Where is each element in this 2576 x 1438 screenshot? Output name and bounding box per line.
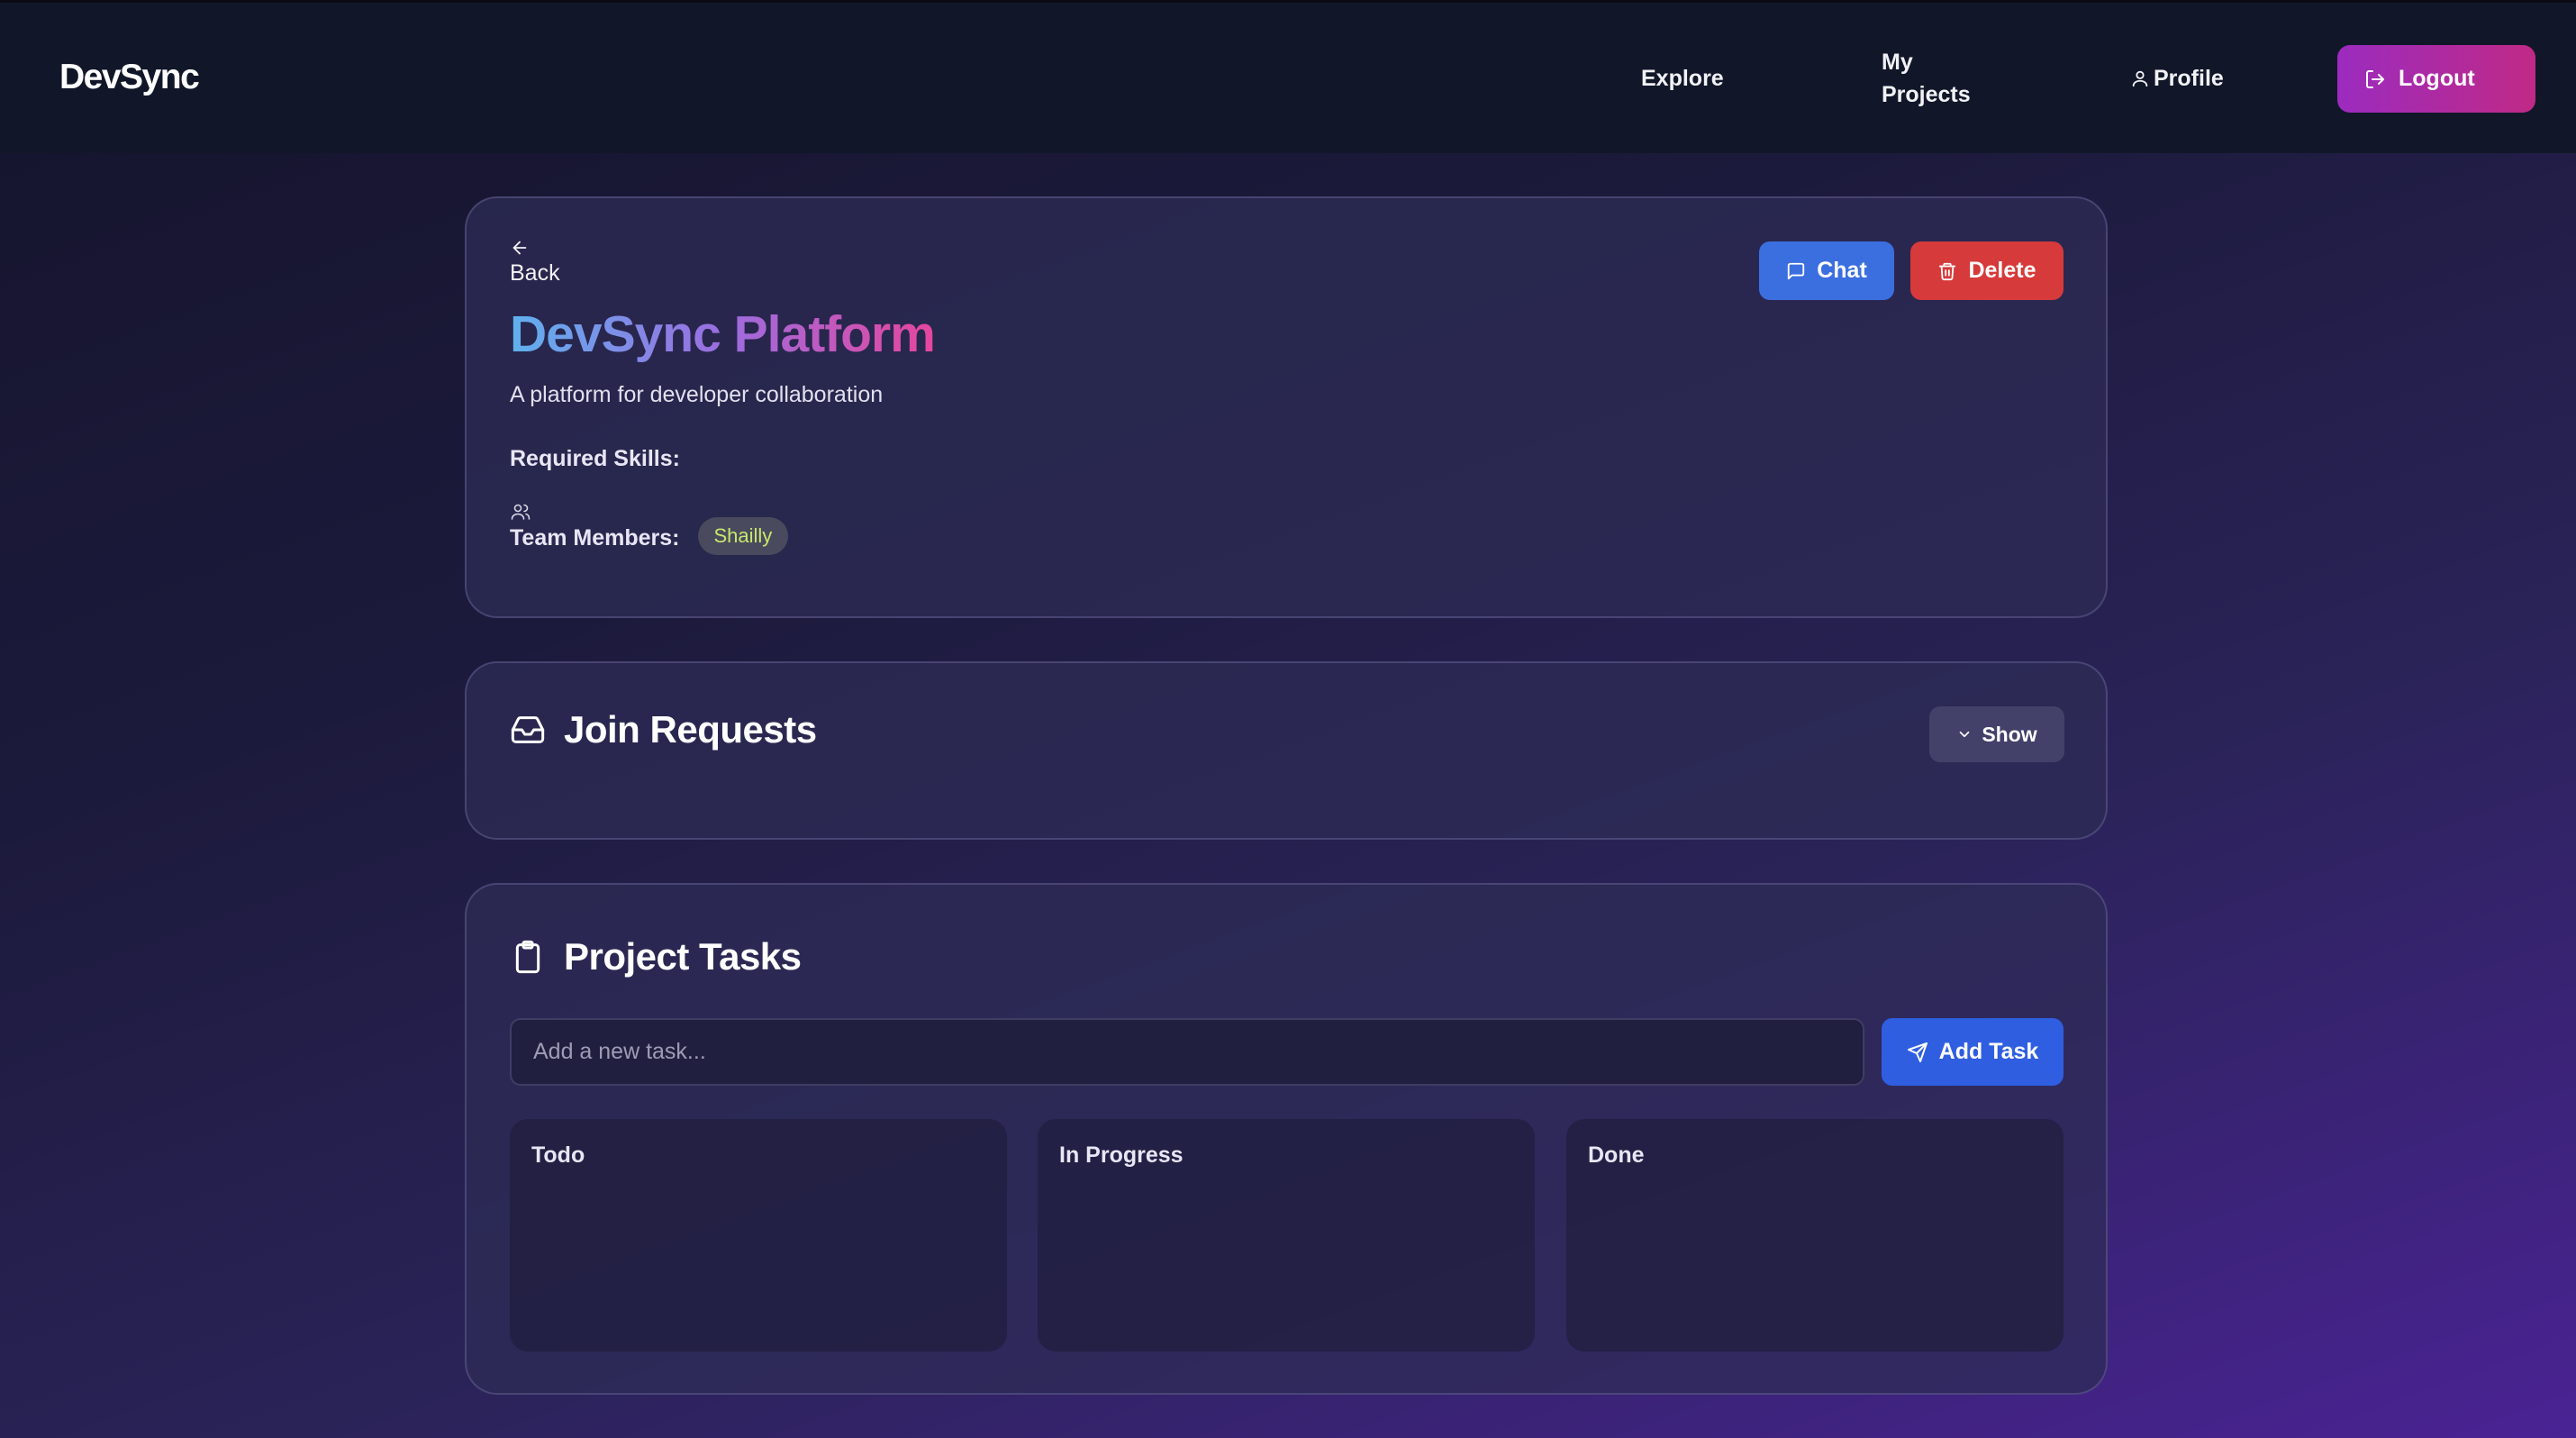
new-task-input[interactable] [510, 1018, 1864, 1086]
show-join-requests-button[interactable]: Show [1929, 706, 2064, 762]
logout-icon [2366, 69, 2384, 88]
team-member-badge: Shailly [697, 517, 789, 555]
join-requests-header: Join Requests [510, 708, 817, 751]
join-requests-card: Join Requests Show [465, 661, 2108, 840]
project-tasks-card: Project Tasks Add Task Todo In Progress … [465, 883, 2108, 1395]
users-icon [511, 504, 531, 520]
project-tasks-header: Project Tasks [510, 935, 802, 978]
delete-button[interactable]: Delete [1910, 241, 2064, 300]
back-link[interactable]: Back [510, 238, 560, 287]
clipboard-icon [515, 940, 540, 974]
project-title-part2: Platform [733, 305, 935, 363]
join-requests-title: Join Requests [564, 708, 817, 751]
send-icon [1907, 1042, 1927, 1062]
inbox-icon [511, 716, 545, 743]
column-title: Done [1588, 1142, 1645, 1168]
show-label: Show [1982, 722, 2037, 746]
nav-my-projects[interactable]: My Projects [1882, 46, 1999, 111]
column-title: In Progress [1059, 1142, 1184, 1168]
brand-logo[interactable]: DevSync [59, 58, 200, 97]
task-column-done: Done [1566, 1119, 2064, 1352]
nav-explore[interactable]: Explore [1641, 62, 1724, 95]
navbar: DevSync Explore My Projects Profile Logo… [0, 3, 2576, 153]
logout-button[interactable]: Logout [2337, 45, 2535, 113]
chat-button[interactable]: Chat [1759, 241, 1894, 300]
back-label: Back [510, 260, 560, 286]
message-icon [1788, 262, 1805, 279]
project-title: DevSync Platform [510, 303, 935, 366]
project-title-part1: DevSync [510, 305, 721, 363]
chevron-down-icon [1960, 731, 1970, 738]
add-task-button[interactable]: Add Task [1882, 1018, 2064, 1086]
project-description: A platform for developer collaboration [510, 382, 884, 407]
column-title: Todo [531, 1142, 585, 1168]
user-icon [2132, 70, 2148, 87]
chat-label: Chat [1817, 258, 1867, 283]
arrow-left-icon [512, 241, 527, 255]
task-column-in-progress: In Progress [1038, 1119, 1535, 1352]
project-tasks-title: Project Tasks [564, 935, 802, 978]
task-column-todo: Todo [510, 1119, 1007, 1352]
nav-profile[interactable]: Profile [2130, 62, 2224, 95]
team-members-row: Team Members: Shailly [510, 501, 789, 555]
project-card: Back DevSync Platform A platform for dev… [465, 196, 2108, 618]
logout-label: Logout [2399, 66, 2475, 91]
required-skills-label: Required Skills: [510, 446, 680, 471]
team-members-text: Team Members: [510, 525, 680, 551]
nav-profile-label: Profile [2154, 66, 2224, 91]
delete-label: Delete [1968, 258, 2036, 283]
team-members-label: Team Members: [510, 501, 680, 551]
add-task-label: Add Task [1938, 1039, 2039, 1064]
trash-icon [1939, 262, 1956, 280]
